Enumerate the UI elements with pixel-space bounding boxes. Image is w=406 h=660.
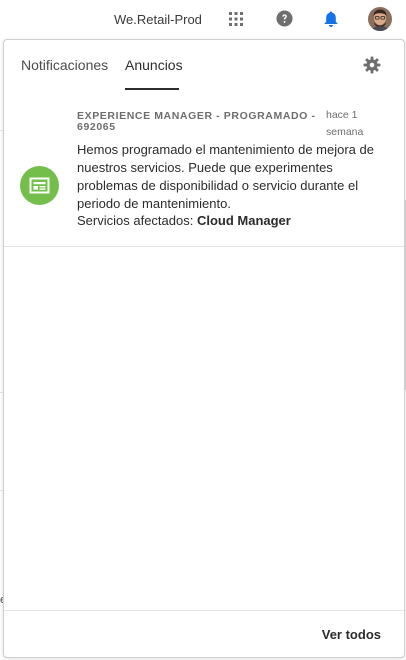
tab-notifications[interactable]: Notificaciones [21,57,108,73]
top-bar: We.Retail-Prod [0,0,406,40]
announcement-item[interactable]: EXPERIENCE MANAGER - PROGRAMADO - 692065… [4,91,404,247]
announcement-body: Hemos programado el mantenimiento de mej… [77,142,374,211]
organization-name[interactable]: We.Retail-Prod [114,12,202,27]
popover-tabs: Notificaciones Anuncios [4,40,404,90]
active-tab-indicator [125,88,179,90]
tab-announcements[interactable]: Anuncios [125,57,183,73]
news-icon [29,177,50,194]
affected-services-label: Servicios afectados: [77,213,197,228]
announcements-popover: Notificaciones Anuncios EXPERIENCE MANAG… [3,39,405,658]
bell-icon[interactable] [323,10,339,28]
avatar[interactable] [368,7,392,31]
apps-grid-icon[interactable] [228,11,244,27]
popover-footer: Ver todos [4,610,404,658]
affected-services: Servicios afectados: Cloud Manager [77,213,291,228]
announcement-header: EXPERIENCE MANAGER - PROGRAMADO - 692065 [77,110,316,133]
announcement-time: hace 1 semana [326,109,364,138]
gear-icon[interactable] [363,56,381,74]
affected-services-value: Cloud Manager [196,213,291,228]
view-all-link[interactable]: Ver todos [322,627,381,642]
help-icon[interactable] [276,10,293,27]
announcement-icon-badge [20,166,59,205]
